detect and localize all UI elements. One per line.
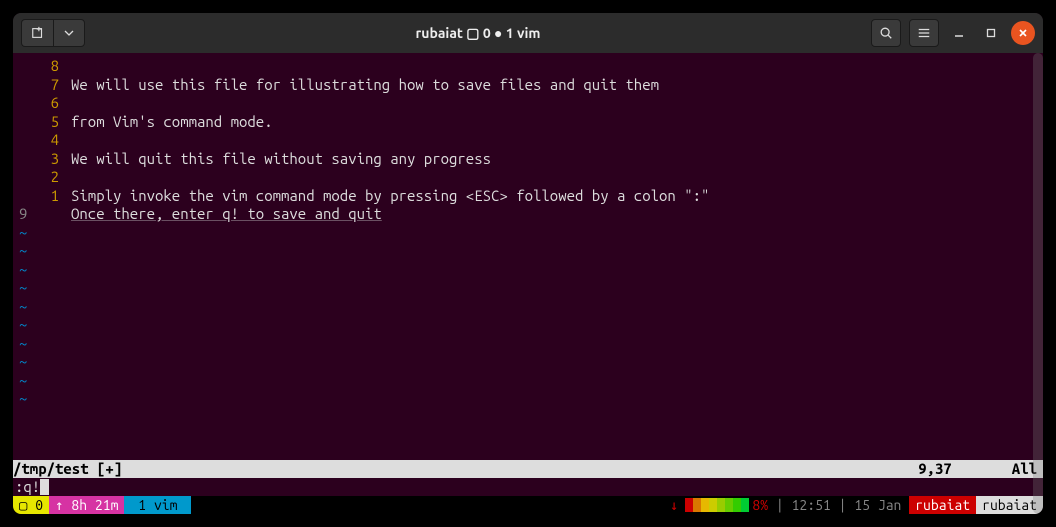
tilde-marker: ~	[13, 298, 71, 317]
new-tab-button[interactable]	[21, 19, 53, 47]
cursor	[40, 479, 49, 495]
download-icon: ↓	[666, 496, 682, 514]
empty-line: ~	[13, 261, 1043, 280]
new-tab-icon	[31, 26, 45, 40]
empty-line: ~	[13, 316, 1043, 335]
vim-buffer[interactable]: 87We will use this file for illustrating…	[13, 53, 1043, 460]
editor-line[interactable]: 8	[13, 57, 1043, 76]
search-button[interactable]	[871, 19, 901, 47]
line-number: 4	[13, 131, 71, 150]
tilde-marker: ~	[13, 316, 71, 335]
tilde-marker: ~	[13, 353, 71, 372]
line-number: 1	[13, 187, 71, 206]
terminal-content[interactable]: 87We will use this file for illustrating…	[13, 53, 1043, 514]
editor-line[interactable]: 1Simply invoke the vim command mode by p…	[13, 187, 1043, 206]
tab-menu-button[interactable]	[53, 19, 85, 47]
window-title: rubaiat ▢ 0 ● 1 vim	[89, 25, 867, 42]
editor-line[interactable]: 2	[13, 168, 1043, 187]
editor-line[interactable]: 5from Vim's command mode.	[13, 113, 1043, 132]
command-text: :q!	[15, 478, 40, 495]
line-number: 6	[13, 94, 71, 113]
menu-button[interactable]	[909, 19, 939, 47]
statusline-filename: /tmp/test [+]	[13, 460, 122, 479]
tilde-marker: ~	[13, 335, 71, 354]
titlebar: rubaiat ▢ 0 ● 1 vim	[13, 13, 1043, 53]
load-meter	[685, 498, 749, 512]
editor-line[interactable]: 6	[13, 94, 1043, 113]
maximize-icon	[985, 27, 997, 39]
tilde-marker: ~	[13, 242, 71, 261]
line-number: 8	[13, 57, 71, 76]
line-number: 3	[13, 150, 71, 169]
line-text: We will quit this file without saving an…	[71, 150, 491, 169]
scrollbar[interactable]	[1033, 53, 1043, 514]
minimize-icon	[953, 27, 965, 39]
tilde-marker: ~	[13, 372, 71, 391]
titlebar-right-controls	[871, 19, 1035, 47]
statusline-position: 9,37	[918, 460, 1012, 479]
line-number: 2	[13, 168, 71, 187]
tmux-window[interactable]: 1 vim	[124, 496, 191, 514]
tmux-statusbar: ▢ 0 ↑ 8h 21m 1 vim ↓	[13, 496, 1043, 514]
empty-line: ~	[13, 224, 1043, 243]
line-number: 7	[13, 76, 71, 95]
empty-line: ~	[13, 390, 1043, 409]
vim-command-line[interactable]: :q!	[13, 478, 1043, 496]
line-text: We will use this file for illustrating h…	[71, 76, 659, 95]
terminal-window: rubaiat ▢ 0 ● 1 vim 87We will use this f…	[13, 13, 1043, 514]
tmux-hostname: rubaiat	[909, 496, 976, 514]
editor-line[interactable]: 7We will use this file for illustrating …	[13, 76, 1043, 95]
maximize-button[interactable]	[979, 21, 1003, 45]
chevron-down-icon	[64, 28, 74, 38]
tmux-date: 15 Jan	[854, 496, 901, 514]
hamburger-icon	[917, 26, 931, 40]
tmux-time: 12:51	[792, 496, 831, 514]
line-number: 5	[13, 113, 71, 132]
line-text: Simply invoke the vim command mode by pr…	[71, 187, 709, 206]
editor-line[interactable]: 4	[13, 131, 1043, 150]
tmux-right: ↓ 8% | 12:51 | 15 Ja	[666, 496, 909, 514]
tilde-marker: ~	[13, 224, 71, 243]
empty-line: ~	[13, 335, 1043, 354]
empty-line: ~	[13, 372, 1043, 391]
tilde-marker: ~	[13, 390, 71, 409]
load-percent: 8%	[752, 496, 768, 514]
close-icon	[1017, 27, 1029, 39]
line-text: Once there, enter q! to save and quit	[71, 205, 382, 224]
tilde-marker: ~	[13, 279, 71, 298]
line-text: from Vim's command mode.	[71, 113, 273, 132]
close-button[interactable]	[1011, 21, 1035, 45]
editor-line[interactable]: 3We will quit this file without saving a…	[13, 150, 1043, 169]
tmux-uptime: ↑ 8h 21m	[49, 496, 124, 514]
line-number-absolute: 9	[13, 205, 71, 224]
vim-statusline: /tmp/test [+] 9,37 All	[13, 460, 1043, 478]
minimize-button[interactable]	[947, 21, 971, 45]
tmux-session: ▢ 0	[13, 496, 49, 514]
empty-line: ~	[13, 298, 1043, 317]
search-icon	[879, 26, 893, 40]
empty-line: ~	[13, 353, 1043, 372]
tilde-marker: ~	[13, 261, 71, 280]
empty-line: ~	[13, 242, 1043, 261]
titlebar-left-controls	[21, 19, 85, 47]
editor-cursor-line[interactable]: 9 Once there, enter q! to save and quit	[13, 205, 1043, 224]
empty-line: ~	[13, 279, 1043, 298]
